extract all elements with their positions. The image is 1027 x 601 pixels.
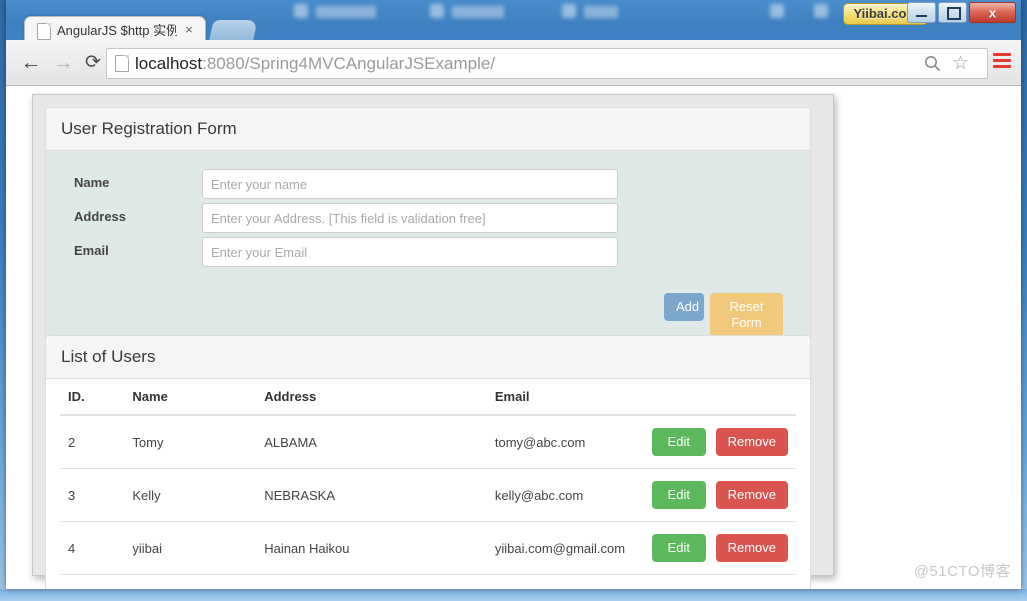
cell-id: 2 bbox=[60, 415, 125, 469]
form-row-address: Address bbox=[62, 203, 794, 237]
maximize-button[interactable] bbox=[938, 2, 967, 23]
name-label: Name bbox=[74, 175, 110, 190]
table-row: 3 Kelly NEBRASKA kelly@abc.com Edit Remo… bbox=[60, 468, 796, 522]
site-watermark: @51CTO博客 bbox=[913, 563, 1011, 580]
close-icon: x bbox=[988, 5, 997, 20]
name-input[interactable] bbox=[202, 169, 618, 199]
menu-bar-3 bbox=[993, 65, 1011, 68]
page-icon bbox=[37, 23, 51, 40]
address-label: Address bbox=[74, 209, 127, 224]
registration-panel-heading: User Registration Form bbox=[46, 108, 810, 151]
email-label: Email bbox=[74, 243, 109, 258]
reload-button[interactable]: ⟳ bbox=[80, 50, 106, 76]
edit-button[interactable]: Edit bbox=[651, 481, 706, 509]
column-header-email: Email bbox=[486, 379, 634, 416]
user-table: ID. Name Address Email 2 Tomy ALBAMA tom… bbox=[60, 379, 796, 575]
reset-form-button[interactable]: Reset Form bbox=[710, 293, 783, 337]
forward-button[interactable]: → bbox=[50, 50, 76, 76]
remove-button[interactable]: Remove bbox=[715, 534, 788, 562]
new-tab-button[interactable] bbox=[208, 20, 258, 40]
column-header-actions bbox=[633, 379, 796, 416]
cell-address: Hainan Haikou bbox=[256, 521, 487, 575]
blurred-icon-5 bbox=[814, 4, 828, 18]
browser-window: Yiibai.com x AngularJS $http 实例 × ← → ⟳ bbox=[6, 0, 1021, 589]
table-row: 2 Tomy ALBAMA tomy@abc.com Edit Remove bbox=[60, 415, 796, 469]
address-input[interactable] bbox=[202, 203, 618, 233]
browser-titlebar: Yiibai.com x AngularJS $http 实例 × bbox=[6, 0, 1021, 40]
blurred-icon-2 bbox=[430, 4, 444, 18]
menu-bar-1 bbox=[993, 53, 1011, 56]
blurred-label-1 bbox=[316, 6, 376, 18]
maximize-icon bbox=[947, 7, 961, 20]
cell-actions: Edit Remove bbox=[633, 415, 796, 469]
blurred-label-2 bbox=[452, 6, 504, 18]
browser-tab-active[interactable]: AngularJS $http 实例 × bbox=[24, 16, 206, 40]
page-viewport: User Registration Form Name Address Emai… bbox=[6, 86, 1021, 589]
blurred-icon-4 bbox=[770, 4, 784, 18]
tab-title: AngularJS $http 实例 bbox=[57, 23, 177, 38]
table-row: 4 yiibai Hainan Haikou yiibai.com@gmail.… bbox=[60, 521, 796, 575]
user-table-head: ID. Name Address Email bbox=[60, 379, 796, 416]
cell-email: tomy@abc.com bbox=[486, 415, 634, 469]
menu-bar-2 bbox=[993, 59, 1011, 62]
blurred-label-3 bbox=[584, 6, 618, 18]
url-host: localhost bbox=[135, 54, 203, 73]
cell-name: yiibai bbox=[124, 521, 257, 575]
blurred-icon-1 bbox=[294, 4, 308, 18]
close-window-button[interactable]: x bbox=[969, 2, 1016, 23]
site-icon bbox=[115, 55, 129, 72]
edit-button[interactable]: Edit bbox=[651, 428, 706, 456]
search-icon[interactable] bbox=[924, 55, 941, 72]
form-actions: Add Reset Form bbox=[62, 285, 794, 337]
blurred-icon-3 bbox=[562, 4, 576, 18]
page-container: User Registration Form Name Address Emai… bbox=[32, 94, 834, 589]
list-panel-title: List of Users bbox=[61, 347, 156, 366]
column-header-id: ID. bbox=[60, 379, 125, 416]
cell-actions: Edit Remove bbox=[633, 521, 796, 575]
table-header-row: ID. Name Address Email bbox=[60, 379, 796, 416]
email-input[interactable] bbox=[202, 237, 618, 267]
user-registration-panel: User Registration Form Name Address Emai… bbox=[45, 107, 811, 346]
chrome-menu-icon[interactable] bbox=[993, 53, 1011, 68]
remove-button[interactable]: Remove bbox=[715, 481, 788, 509]
list-panel-heading: List of Users bbox=[46, 336, 810, 379]
back-button[interactable]: ← bbox=[18, 50, 44, 76]
cell-email: kelly@abc.com bbox=[486, 468, 634, 522]
minimize-button[interactable] bbox=[907, 2, 936, 23]
add-button[interactable]: Add bbox=[664, 293, 704, 321]
tab-close-icon[interactable]: × bbox=[181, 22, 197, 38]
registration-form-body: Name Address Email Add Reset Form bbox=[46, 151, 810, 345]
form-row-name: Name bbox=[62, 169, 794, 203]
user-list-body: ID. Name Address Email 2 Tomy ALBAMA tom… bbox=[46, 379, 810, 589]
cell-id: 4 bbox=[60, 521, 125, 575]
bookmark-star-icon[interactable]: ☆ bbox=[952, 54, 969, 73]
browser-toolbar: ← → ⟳ localhost:8080/Spring4MVCAngularJS… bbox=[6, 40, 1021, 86]
edit-button[interactable]: Edit bbox=[651, 534, 706, 562]
user-table-body: 2 Tomy ALBAMA tomy@abc.com Edit Remove 3… bbox=[60, 415, 796, 575]
window-controls: x bbox=[907, 2, 1016, 23]
cell-actions: Edit Remove bbox=[633, 468, 796, 522]
cell-id: 3 bbox=[60, 468, 125, 522]
cell-address: ALBAMA bbox=[256, 415, 487, 469]
column-header-name: Name bbox=[124, 379, 257, 416]
column-header-address: Address bbox=[256, 379, 487, 416]
cell-email: yiibai.com@gmail.com bbox=[486, 521, 634, 575]
minimize-icon bbox=[916, 15, 927, 17]
address-bar[interactable]: localhost:8080/Spring4MVCAngularJSExampl… bbox=[106, 48, 988, 79]
page-title: User Registration Form bbox=[61, 119, 237, 138]
cell-name: Tomy bbox=[124, 415, 257, 469]
remove-button[interactable]: Remove bbox=[715, 428, 788, 456]
url-path: :8080/Spring4MVCAngularJSExample/ bbox=[202, 54, 496, 73]
desktop-bottom-strip bbox=[0, 589, 1027, 601]
cell-address: NEBRASKA bbox=[256, 468, 487, 522]
cell-name: Kelly bbox=[124, 468, 257, 522]
url-text: localhost:8080/Spring4MVCAngularJSExampl… bbox=[135, 53, 495, 74]
user-list-panel: List of Users ID. Name Address Email 2 T… bbox=[45, 335, 811, 589]
form-row-email: Email bbox=[62, 237, 794, 271]
